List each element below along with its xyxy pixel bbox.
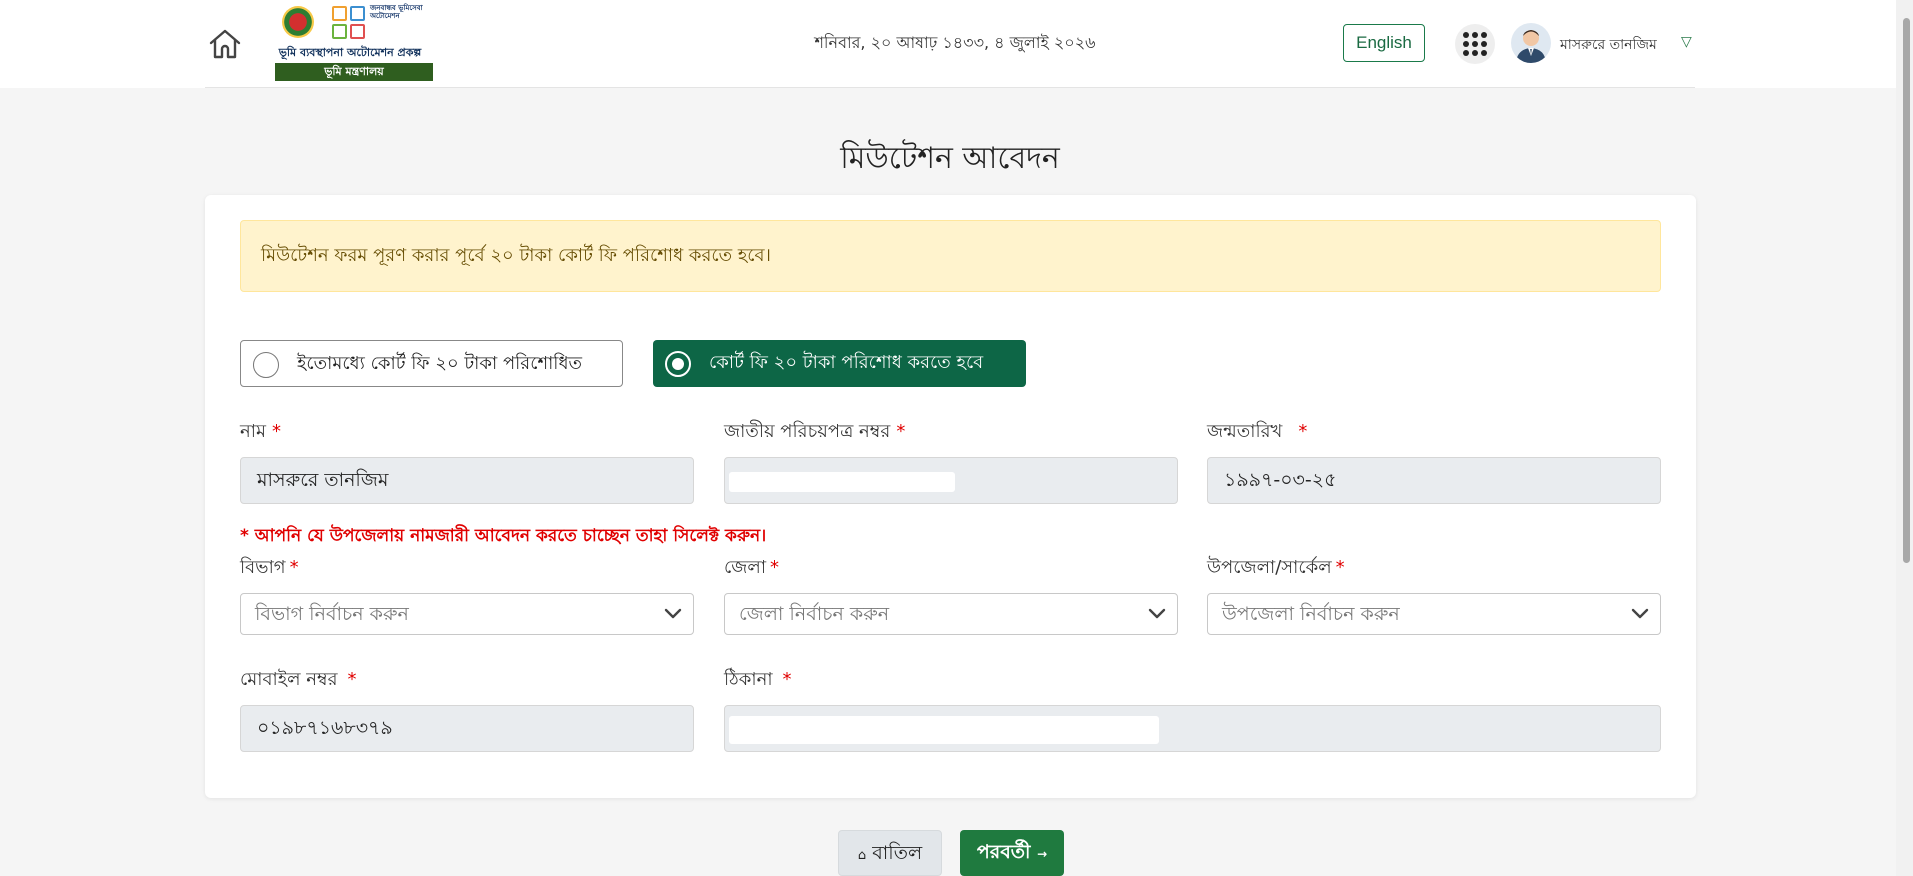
home-icon: ⌂ (857, 848, 867, 863)
cancel-button[interactable]: ⌂ বাতিল (838, 830, 942, 876)
header-date: শনিবার, ২০ আষাঢ় ১৪৩৩, ৪ জুলাই ২০২৬ (814, 33, 1096, 52)
radio-fee-to-pay-label: কোর্ট ফি ২০ টাকা পরিশোধ করতে হবে (709, 352, 984, 373)
division-select[interactable]: বিভাগ নির্বাচন করুন (240, 593, 694, 635)
next-button-label: পরবর্তী (976, 841, 1031, 863)
chevron-down-icon (1148, 608, 1166, 619)
name-label: নাম * (240, 421, 281, 442)
apps-grid-icon[interactable] (1455, 24, 1495, 64)
next-button[interactable]: পরবর্তী → (960, 830, 1064, 876)
arrow-right-icon: → (1037, 847, 1048, 861)
cancel-button-label: বাতিল (872, 842, 923, 864)
radio-checked-icon[interactable] (665, 351, 691, 377)
user-name[interactable]: মাসরুরে তানজিম (1560, 33, 1657, 57)
govt-emblem-icon (282, 6, 314, 38)
chevron-down-icon (1631, 608, 1649, 619)
user-menu-caret-icon[interactable]: ▽ (1681, 34, 1692, 50)
upazila-select-placeholder: উপজেলা নির্বাচন করুন (1222, 603, 1400, 625)
upazila-label: উপজেলা/সার্কেল * (1207, 557, 1345, 578)
nid-field[interactable] (724, 457, 1178, 504)
logo-side-text: জনবান্ধব ভূমিসেবা অটোমেশন (370, 4, 423, 20)
home-icon[interactable] (205, 24, 245, 64)
dob-label: জন্মতারিখ * (1207, 421, 1308, 442)
chevron-down-icon (664, 608, 682, 619)
district-label: জেলা * (724, 557, 780, 578)
land-automation-logo[interactable]: জনবান্ধব ভূমিসেবা অটোমেশন ভূমি ব্যবস্থাপ… (270, 2, 433, 82)
district-select-placeholder: জেলা নির্বাচন করুন (739, 603, 890, 625)
redacted-mask (729, 472, 955, 492)
user-avatar-icon (1516, 30, 1546, 63)
avatar[interactable] (1511, 23, 1551, 63)
language-toggle-button[interactable]: English (1343, 24, 1425, 62)
address-field[interactable] (724, 705, 1661, 752)
district-select[interactable]: জেলা নির্বাচন করুন (724, 593, 1178, 635)
header-bar: জনবান্ধব ভূমিসেবা অটোমেশন ভূমি ব্যবস্থাপ… (205, 0, 1695, 88)
address-label: ঠিকানা * (724, 669, 792, 690)
redacted-mask (729, 716, 1159, 744)
mutation-form-card: মিউটেশন ফরম পূরণ করার পূর্বে ২০ টাকা কোর… (205, 195, 1696, 798)
dob-field[interactable]: ১৯৯৭-০৩-২৫ (1207, 457, 1661, 504)
page-title: মিউটেশন আবেদন (840, 141, 1060, 176)
logo-ministry: ভূমি মন্ত্রণালয় (275, 63, 433, 81)
nid-label: জাতীয় পরিচয়পত্র নম্বর * (724, 421, 906, 442)
radio-unchecked-icon[interactable] (253, 352, 279, 378)
radio-fee-to-pay[interactable]: কোর্ট ফি ২০ টাকা পরিশোধ করতে হবে (653, 340, 1026, 387)
division-label: বিভাগ * (240, 557, 299, 578)
top-header: জনবান্ধব ভূমিসেবা অটোমেশন ভূমি ব্যবস্থাপ… (0, 0, 1896, 88)
logo-title: ভূমি ব্যবস্থাপনা অটোমেশন প্রকল্প (278, 46, 422, 59)
logo-squares-icon (332, 6, 368, 42)
upazila-select-notice: * আপনি যে উপজেলায় নামজারী আবেদন করতে চা… (240, 526, 767, 546)
upazila-select[interactable]: উপজেলা নির্বাচন করুন (1207, 593, 1661, 635)
court-fee-alert: মিউটেশন ফরম পূরণ করার পূর্বে ২০ টাকা কোর… (240, 220, 1661, 292)
mobile-label: মোবাইল নম্বর * (240, 669, 357, 690)
radio-fee-already-paid-label: ইতোমধ্যে কোর্ট ফি ২০ টাকা পরিশোধিত (297, 353, 583, 374)
radio-fee-already-paid[interactable]: ইতোমধ্যে কোর্ট ফি ২০ টাকা পরিশোধিত (240, 340, 623, 387)
page-scrollbar-thumb[interactable] (1903, 18, 1910, 563)
division-select-placeholder: বিভাগ নির্বাচন করুন (255, 603, 409, 625)
name-field[interactable]: মাসরুরে তানজিম (240, 457, 694, 504)
mobile-field[interactable]: ০১৯৮৭১৬৮৩৭৯ (240, 705, 694, 752)
